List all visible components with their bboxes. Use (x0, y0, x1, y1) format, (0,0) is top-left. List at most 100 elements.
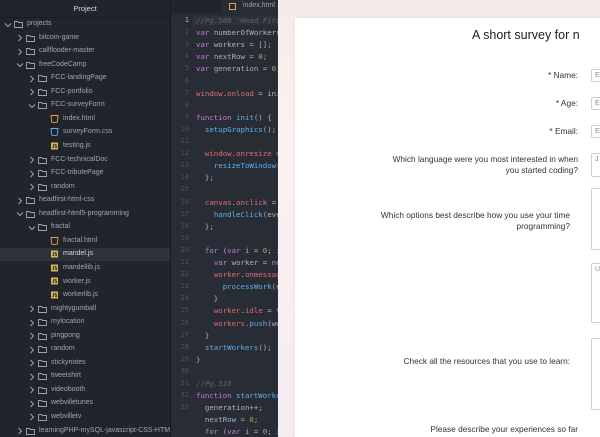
tree-file[interactable]: mandel.js (0, 247, 170, 262)
tree-item-label: videobooth (51, 385, 86, 393)
js-file-icon (51, 291, 58, 299)
chevron-right-icon[interactable] (28, 319, 36, 327)
chevron-down-icon[interactable] (28, 102, 36, 110)
chevron-right-icon[interactable] (16, 48, 24, 56)
tree-item-label: mightygumball (51, 304, 97, 312)
chevron-right-icon[interactable] (16, 427, 24, 435)
tree-file[interactable]: worker.js (0, 275, 170, 289)
tree-folder[interactable]: bitcoin-game (0, 31, 170, 45)
tree-item-label: stickynotes (51, 358, 86, 366)
tree-folder[interactable]: fractal (0, 221, 170, 235)
tree-folder[interactable]: random (0, 343, 170, 357)
chevron-right-icon[interactable] (28, 170, 36, 178)
chevron-right-icon[interactable] (28, 386, 36, 394)
tree-item-label: FCC-technicalDoc (51, 155, 108, 163)
tree-folder[interactable]: mylocation (0, 316, 170, 330)
code-line: startWorkers(); (204, 342, 272, 352)
chevron-right-icon[interactable] (28, 373, 36, 381)
tree-folder[interactable]: projects (0, 18, 170, 32)
code-area[interactable]: //Pg.500 'Head First HTML5' var numberOfW… (193, 13, 278, 437)
line-number: 17 (180, 209, 189, 218)
tree-item-label: tweetshirt (51, 372, 81, 380)
tree-folder[interactable]: FCC-landingPage (0, 72, 170, 86)
code-line: function startWorke (196, 391, 278, 401)
tree-folder[interactable]: freeCodeCamp (0, 58, 170, 72)
chevron-right-icon[interactable] (28, 400, 36, 408)
chevron-right-icon[interactable] (28, 305, 36, 313)
chevron-right-icon[interactable] (28, 156, 36, 164)
tree-folder[interactable]: headfirst-html5-programming (0, 207, 170, 221)
line-number: 11 (180, 137, 189, 145)
tree-folder[interactable]: callflooder-master (0, 45, 170, 59)
code-line: resizeToWindow( (213, 161, 278, 171)
survey-input[interactable] (591, 188, 600, 250)
code-line: var numberOfWorkers (196, 28, 278, 38)
line-number: 20 (180, 245, 189, 254)
tree-folder[interactable]: webvilletv (0, 410, 170, 424)
line-number: 16 (180, 197, 189, 206)
tree-folder[interactable]: learningPHP-mySQL-javascript-CSS-HTML5 (0, 424, 170, 437)
tree-item-label: learningPHP-mySQL-javascript-CSS-HTML5 (39, 426, 171, 434)
tree-folder[interactable]: FCC-tributePage (0, 167, 170, 181)
tree-folder[interactable]: mightygumball (0, 302, 170, 316)
tree-file[interactable]: surveyForm.css (0, 126, 170, 140)
chevron-down-icon[interactable] (28, 224, 36, 232)
chevron-down-icon[interactable] (16, 210, 24, 218)
tree-file[interactable]: workerlib.js (0, 289, 170, 303)
tree-folder[interactable]: FCC-technicalDoc (0, 153, 170, 167)
survey-input[interactable]: E (591, 97, 600, 110)
folder-icon (26, 48, 35, 56)
survey-input[interactable]: J (591, 153, 600, 177)
chevron-right-icon[interactable] (16, 197, 24, 205)
chevron-right-icon[interactable] (28, 346, 36, 354)
survey-question-label: * Name: (548, 70, 578, 80)
folder-icon (38, 386, 47, 394)
tree-file[interactable]: fractal.html (0, 234, 170, 248)
chevron-down-icon[interactable] (16, 61, 24, 69)
js-file-icon (51, 142, 58, 150)
tab-index-html[interactable]: index.html (221, 0, 278, 13)
code-line: workers.push(wo (213, 318, 278, 328)
line-number: 23 (180, 282, 189, 291)
survey-input[interactable]: E (591, 125, 600, 138)
editor-tab-bar: index.html (171, 0, 278, 13)
tree-file[interactable]: mandellib.js (0, 261, 170, 275)
tree-item-label: webvilletv (51, 413, 82, 421)
line-number: 6 (184, 76, 189, 85)
tree-item-label: webvilletunes (51, 399, 94, 407)
folder-icon (38, 156, 47, 164)
line-number: 5 (184, 64, 189, 73)
line-number: 29 (180, 354, 189, 363)
code-line: window.onload = init (196, 88, 278, 98)
chevron-right-icon[interactable] (28, 359, 36, 367)
chevron-right-icon[interactable] (28, 183, 36, 191)
survey-input[interactable]: U (591, 263, 600, 323)
chevron-right-icon[interactable] (28, 75, 36, 83)
chevron-right-icon[interactable] (28, 413, 36, 421)
survey-input[interactable] (591, 338, 600, 410)
chevron-right-icon[interactable] (28, 332, 36, 340)
tree-folder[interactable]: FCC-portfolio (0, 85, 170, 99)
folder-icon (14, 21, 23, 28)
tree-folder[interactable]: videobooth (0, 383, 170, 397)
tree-folder[interactable]: pingpong (0, 329, 170, 343)
line-number: 1 (184, 16, 189, 24)
tree-folder[interactable]: FCC-surveyForm (0, 99, 170, 113)
js-file-icon (51, 277, 58, 285)
chevron-right-icon[interactable] (16, 34, 24, 42)
chevron-down-icon[interactable] (4, 21, 12, 29)
folder-icon (38, 88, 47, 96)
chevron-right-icon[interactable] (28, 88, 36, 96)
tree-folder[interactable]: webvilletunes (0, 397, 170, 411)
survey-input[interactable]: E (591, 69, 600, 82)
tree-folder[interactable]: headfirst-html-css (0, 194, 170, 208)
tree-item-label: mandel.js (63, 250, 93, 258)
code-line: worker.idle = t (213, 306, 278, 316)
tree-folder[interactable]: random (0, 180, 170, 194)
tree-item-label: testing.js (63, 142, 91, 150)
tree-file[interactable]: testing.js (0, 139, 170, 153)
tree-file[interactable]: index.html (0, 112, 170, 126)
tree-folder[interactable]: tweetshirt (0, 370, 170, 384)
code-editor[interactable]: index.html 1 2 3 4 5 6 7 8 9 10 11 12 13 14 15 16 17 18 19… (171, 0, 278, 437)
tree-folder[interactable]: stickynotes (0, 356, 170, 370)
